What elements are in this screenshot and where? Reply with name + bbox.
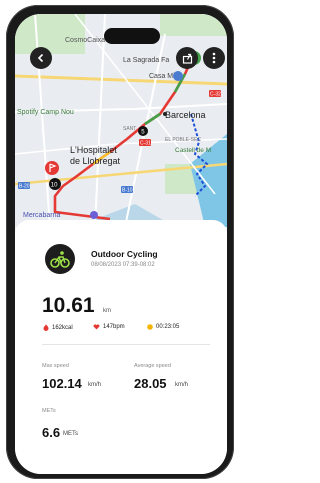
share-button[interactable] <box>176 47 198 69</box>
svg-text:C-32: C-32 <box>210 92 221 98</box>
distance-value: 10.61 <box>42 294 95 317</box>
mets-value: 6.6 <box>42 425 61 440</box>
avg-speed-unit: km/h <box>175 382 189 388</box>
share-icon <box>182 53 192 64</box>
max-speed-value: 102.14 <box>42 376 82 391</box>
activity-title: Outdoor Cycling <box>91 249 158 259</box>
svg-text:L'Hospitalet: L'Hospitalet <box>70 145 117 155</box>
svg-text:SANT: SANT <box>123 126 136 132</box>
svg-text:La Sagrada Fa: La Sagrada Fa <box>123 57 169 64</box>
back-arrow-icon <box>37 53 44 63</box>
activity-datetime: 08/08/2023 07:39-08:02 <box>91 262 155 268</box>
divider <box>42 344 210 345</box>
heart-icon <box>93 324 100 330</box>
duration-value: 00:23:05 <box>156 324 180 330</box>
svg-text:EL POBLE-SEC: EL POBLE-SEC <box>165 137 201 143</box>
heart-rate-stat: 147bpm <box>93 324 125 330</box>
map-canvas: CosmoCaixa La Sagrada Fa Casa Milà Spoti… <box>15 14 227 227</box>
cycling-icon <box>50 251 70 268</box>
svg-text:CosmoCaixa: CosmoCaixa <box>65 37 105 44</box>
svg-text:Castell de M: Castell de M <box>175 147 211 154</box>
svg-text:B-20: B-20 <box>19 184 30 190</box>
back-button[interactable] <box>30 47 52 69</box>
more-button[interactable] <box>203 47 225 69</box>
svg-text:10: 10 <box>51 182 58 188</box>
flame-icon <box>43 324 49 331</box>
svg-text:C-31: C-31 <box>140 141 151 147</box>
duration-stat: 00:23:05 <box>147 324 179 330</box>
more-vertical-icon <box>212 52 216 64</box>
svg-text:Spotify Camp Nou: Spotify Camp Nou <box>17 109 74 116</box>
svg-text:Mercabarna: Mercabarna <box>23 212 60 219</box>
route-map[interactable]: CosmoCaixa La Sagrada Fa Casa Milà Spoti… <box>15 14 227 227</box>
avg-speed-value: 28.05 <box>134 376 167 391</box>
max-speed-unit: km/h <box>88 382 102 388</box>
heart-rate-value: 147bpm <box>103 324 125 330</box>
calories-stat: 162kcal <box>43 324 73 331</box>
avg-speed-label: Average speed <box>134 363 171 369</box>
calories-value: 162kcal <box>52 324 73 331</box>
distance-unit: km <box>103 308 111 314</box>
activity-icon <box>45 244 75 274</box>
svg-text:B-10: B-10 <box>122 188 133 194</box>
camera-notch <box>104 28 160 44</box>
svg-text:de Llobregat: de Llobregat <box>70 156 121 166</box>
svg-text:Barcelona: Barcelona <box>165 110 206 120</box>
max-speed-label: Max speed <box>42 363 69 369</box>
clock-icon <box>147 324 153 330</box>
mets-unit: METs <box>63 431 78 437</box>
mets-label: METs <box>42 408 56 414</box>
